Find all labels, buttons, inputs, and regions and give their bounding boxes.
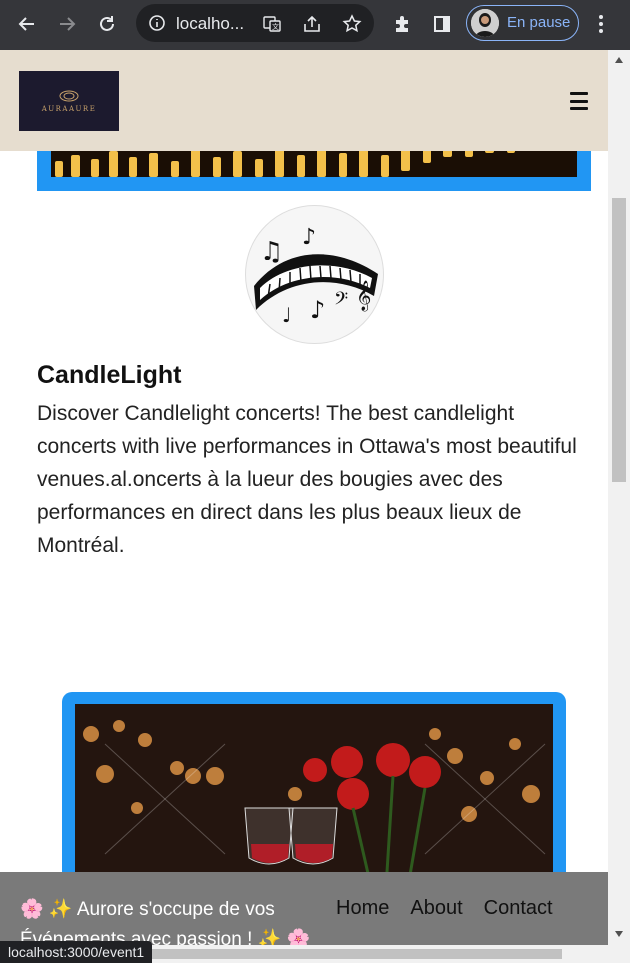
forward-icon[interactable]: [52, 9, 82, 39]
more-menu-icon[interactable]: [586, 9, 616, 39]
logo-icon: [59, 90, 79, 102]
page-viewport[interactable]: AURAAURE ♫ ♪ ♩ ♪ 𝄢 𝄞 CandleLight Discove…: [0, 50, 608, 945]
profile-status: En pause: [507, 14, 571, 31]
vertical-scrollbar[interactable]: [608, 50, 630, 945]
svg-text:♪: ♪: [302, 225, 316, 250]
footer-message: 🌸 ✨ Aurore s'occupe de vos Événements av…: [20, 899, 311, 945]
extensions-icon[interactable]: [387, 9, 417, 39]
svg-text:♫: ♫: [260, 237, 283, 267]
site-header: AURAAURE: [0, 50, 608, 151]
svg-text:𝄢: 𝄢: [334, 289, 348, 314]
vertical-scroll-thumb[interactable]: [612, 198, 626, 482]
hamburger-menu-icon[interactable]: [570, 92, 588, 110]
svg-text:♪: ♪: [310, 296, 325, 324]
svg-text:𝄞: 𝄞: [356, 280, 371, 312]
site-logo[interactable]: AURAAURE: [19, 71, 119, 131]
translate-icon[interactable]: 文: [262, 14, 282, 34]
browser-toolbar: localho... 文 En pause: [0, 0, 630, 50]
piano-notes-image: ♫ ♪ ♩ ♪ 𝄢 𝄞: [245, 205, 384, 344]
event-title: CandleLight: [37, 361, 182, 389]
scroll-up-icon[interactable]: [614, 56, 624, 64]
site-footer: 🌸 ✨ Aurore s'occupe de vos Événements av…: [0, 872, 608, 945]
bookmark-star-icon[interactable]: [342, 14, 362, 34]
profile-button[interactable]: En pause: [466, 5, 579, 41]
footer-link-home[interactable]: Home: [336, 897, 389, 920]
svg-text:♩: ♩: [282, 303, 291, 327]
link-status-bubble: localhost:3000/event1: [0, 941, 153, 963]
address-bar[interactable]: localho... 文: [136, 4, 374, 42]
logo-text: AURAAURE: [41, 105, 97, 113]
footer-link-contact[interactable]: Contact: [484, 897, 553, 920]
info-icon[interactable]: [148, 14, 166, 32]
avatar: [471, 9, 499, 37]
scroll-down-icon[interactable]: [614, 930, 624, 938]
event-description: Discover Candlelight concerts! The best …: [37, 402, 577, 557]
reload-icon[interactable]: [92, 9, 122, 39]
footer-nav: Home About Contact: [336, 897, 553, 920]
back-icon[interactable]: [12, 9, 42, 39]
horizontal-scroll-thumb[interactable]: [150, 949, 562, 959]
share-icon[interactable]: [302, 14, 322, 34]
svg-text:文: 文: [272, 22, 279, 31]
url-text: localho...: [176, 14, 245, 33]
side-panel-icon[interactable]: [427, 9, 457, 39]
footer-link-about[interactable]: About: [410, 897, 462, 920]
